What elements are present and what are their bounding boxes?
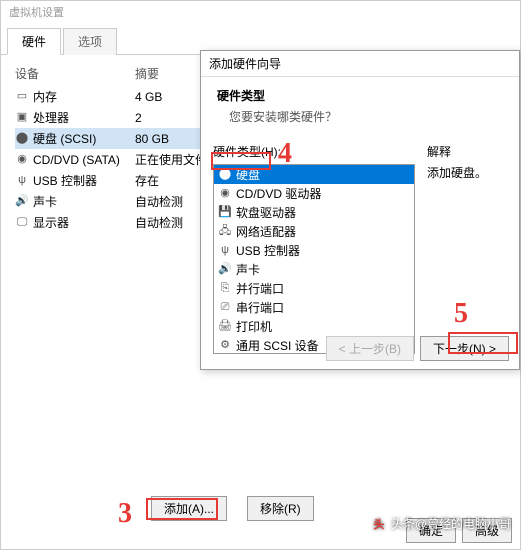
hardware-item[interactable]: 🔊 声卡 [214, 260, 414, 279]
device-summary: 存在 [135, 172, 159, 189]
hardware-type-list[interactable]: ⬤ 硬盘 ◉ CD/DVD 驱动器 💾 软盘驱动器 🖧 网络适配器 ψ USB 控制器 🔊 声卡 ⎘ 并行… [213, 164, 415, 354]
remove-button[interactable]: 移除(R) [247, 496, 314, 521]
hardware-item-label: 串行端口 [236, 299, 284, 316]
floppy-icon: 💾 [218, 206, 232, 220]
wizard-title: 添加硬件向导 [201, 51, 519, 77]
display-icon: 🖵 [15, 216, 29, 230]
hardware-item-label: 并行端口 [236, 280, 284, 297]
window-title: 虚拟机设置 [1, 1, 520, 23]
device-summary: 2 [135, 111, 142, 125]
sound-icon: 🔊 [15, 195, 29, 209]
serial-icon: ⎚ [218, 301, 232, 315]
device-summary: 自动检测 [135, 193, 183, 210]
hardware-item[interactable]: ⎚ 串行端口 [214, 298, 414, 317]
hardware-item[interactable]: ψ USB 控制器 [214, 241, 414, 260]
wizard-heading: 硬件类型 [217, 87, 503, 104]
memory-icon: ▭ [15, 90, 29, 104]
net-icon: 🖧 [218, 225, 232, 239]
device-name: USB 控制器 [33, 172, 97, 189]
hardware-type-label: 硬件类型(H): [213, 143, 415, 160]
next-button[interactable]: 下一步(N) > [420, 336, 509, 361]
add-button[interactable]: 添加(A)... [151, 496, 227, 521]
tab-options[interactable]: 选项 [63, 28, 117, 55]
hardware-item-label: 软盘驱动器 [236, 204, 296, 221]
explanation-text: 添加硬盘。 [427, 164, 507, 181]
device-summary: 正在使用文件 [135, 151, 207, 168]
hardware-item[interactable]: ◉ CD/DVD 驱动器 [214, 184, 414, 203]
device-name: 声卡 [33, 193, 57, 210]
device-summary: 80 GB [135, 132, 169, 146]
hardware-item-label: USB 控制器 [236, 242, 300, 259]
hardware-item-label: 通用 SCSI 设备 [236, 337, 319, 354]
cpu-icon: ▣ [15, 111, 29, 125]
hardware-item-label: 网络适配器 [236, 223, 296, 240]
toutiao-logo-icon: 头 [371, 516, 387, 532]
wizard-subheading: 您要安装哪类硬件？ [217, 108, 503, 125]
device-name: 显示器 [33, 214, 69, 231]
add-hardware-wizard: 添加硬件向导 硬件类型 您要安装哪类硬件？ 硬件类型(H): ⬤ 硬盘 ◉ CD/DV… [200, 50, 520, 370]
col-summary: 摘要 [135, 65, 159, 82]
usb-icon: ψ [218, 244, 232, 258]
hardware-item[interactable]: ⎘ 并行端口 [214, 279, 414, 298]
wizard-header: 硬件类型 您要安装哪类硬件？ [201, 77, 519, 135]
parallel-icon: ⎘ [218, 282, 232, 296]
usb-icon: ψ [15, 174, 29, 188]
hardware-item-label: 声卡 [236, 261, 260, 278]
scsi-icon: ⚙ [218, 339, 232, 353]
explanation-label: 解释 [427, 143, 507, 160]
device-summary: 自动检测 [135, 214, 183, 231]
hardware-item[interactable]: 🖨 打印机 [214, 317, 414, 336]
disk-icon: ⬤ [218, 168, 232, 182]
hardware-item-label: 硬盘 [236, 166, 260, 183]
device-name: 硬盘 (SCSI) [33, 130, 96, 147]
device-name: CD/DVD (SATA) [33, 153, 120, 167]
device-name: 内存 [33, 88, 57, 105]
hardware-item[interactable]: ⬤ 硬盘 [214, 165, 414, 184]
hardware-item[interactable]: 💾 软盘驱动器 [214, 203, 414, 222]
hardware-item[interactable]: 🖧 网络适配器 [214, 222, 414, 241]
device-summary: 4 GB [135, 90, 162, 104]
hardware-item-label: CD/DVD 驱动器 [236, 185, 321, 202]
bottom-buttons: 添加(A)... 移除(R) [151, 496, 314, 521]
tab-hardware[interactable]: 硬件 [7, 28, 61, 55]
sound-icon: 🔊 [218, 263, 232, 277]
hardware-item-label: 打印机 [236, 318, 272, 335]
watermark-text: 头条@曾经的电脑小哥 [391, 515, 511, 532]
disk-icon: ⬤ [15, 132, 29, 146]
printer-icon: 🖨 [218, 320, 232, 334]
col-device: 设备 [15, 65, 135, 82]
cd-icon: ◉ [15, 153, 29, 167]
back-button: < 上一步(B) [326, 336, 414, 361]
cd-icon: ◉ [218, 187, 232, 201]
watermark: 头 头条@曾经的电脑小哥 [371, 515, 511, 532]
device-name: 处理器 [33, 109, 69, 126]
